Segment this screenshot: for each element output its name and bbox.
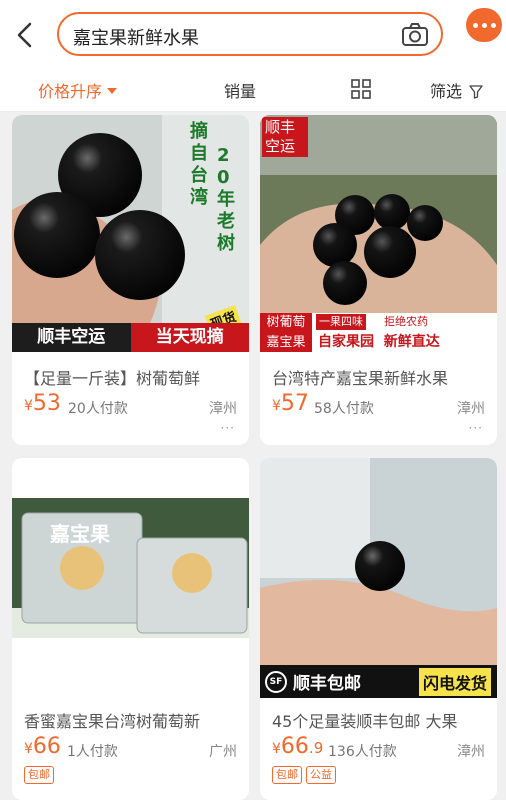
product-title[interactable]: 45个足量装顺丰包邮 大果 — [272, 708, 488, 732]
overlay-vertical-text-1: 摘自台湾 — [190, 121, 208, 208]
box-label: 嘉宝果 — [50, 522, 110, 546]
sf-logo: SF — [265, 670, 287, 693]
banner-right: 闪电发货 — [418, 667, 491, 696]
product-image[interactable]: 摘自台湾 20年老树 现货 顺丰空运 当天现摘 — [12, 115, 249, 352]
grid-view-icon[interactable] — [351, 79, 371, 99]
product-title[interactable]: 香蜜嘉宝果台湾树葡萄新 — [24, 708, 240, 732]
overlay-sub-2: 拒绝农药 — [384, 315, 428, 328]
dot-icon — [490, 22, 496, 28]
search-input[interactable]: 嘉宝果新鲜水果 — [57, 12, 443, 56]
overlay-tl-label: 顺丰空运 — [262, 117, 308, 157]
top-bar: 嘉宝果新鲜水果 — [0, 0, 506, 66]
tag-free-shipping: 包邮 — [24, 766, 54, 784]
sales-count: 58人付款 — [314, 401, 374, 417]
product-card[interactable]: 顺丰空运 树葡萄 嘉宝果 一果四味 拒绝农药 自家果园 新鲜直达 台湾特产嘉宝果… — [260, 115, 497, 445]
camera-icon[interactable] — [401, 22, 429, 48]
product-card[interactable]: SF 顺丰包邮 闪电发货 45个足量装顺丰包邮 大果 ¥66.9 136人付款 … — [260, 458, 497, 800]
sales-count: 136人付款 — [328, 744, 397, 760]
caret-down-icon — [107, 88, 118, 94]
product-price: ¥66.9 — [272, 734, 324, 759]
funnel-icon — [469, 85, 483, 99]
sort-price-label: 价格升序 — [38, 82, 103, 101]
ship-location: 漳州 — [209, 401, 237, 417]
ship-location: 漳州 — [457, 401, 485, 417]
more-options-button[interactable]: ··· — [221, 421, 235, 435]
product-title[interactable]: 【足量一斤装】树葡萄鲜 — [24, 365, 240, 389]
overlay-stack-1: 树葡萄 — [260, 313, 312, 333]
more-menu-button[interactable] — [466, 8, 502, 42]
dot-icon — [472, 22, 478, 28]
back-button[interactable] — [8, 18, 42, 52]
product-price: ¥66 — [24, 734, 61, 759]
overlay-banner: 树葡萄 嘉宝果 一果四味 拒绝农药 自家果园 新鲜直达 — [260, 313, 497, 352]
promo-banner: 顺丰空运 当天现摘 — [12, 323, 249, 352]
more-options-button[interactable]: ··· — [469, 421, 483, 435]
product-image[interactable]: 嘉宝果 — [12, 458, 249, 698]
product-image[interactable]: 顺丰空运 树葡萄 嘉宝果 一果四味 拒绝农药 自家果园 新鲜直达 — [260, 115, 497, 352]
dot-icon — [481, 22, 487, 28]
hand-fruit-photo — [260, 458, 497, 698]
filter-label: 筛选 — [430, 82, 463, 101]
product-card[interactable]: 嘉宝果 香蜜嘉宝果台湾树葡萄新 ¥66 1人付款 广州 包邮 — [12, 458, 249, 800]
banner-left: 顺丰空运 — [12, 323, 131, 352]
product-image[interactable]: SF 顺丰包邮 闪电发货 — [260, 458, 497, 698]
ship-location: 广州 — [209, 744, 237, 760]
product-card[interactable]: 摘自台湾 20年老树 现货 顺丰空运 当天现摘 【足量一斤装】树葡萄鲜 ¥53 … — [12, 115, 249, 445]
sort-sales-tab[interactable]: 销量 — [224, 78, 256, 102]
overlay-sub-1: 一果四味 — [316, 314, 366, 330]
boxed-fruit-photo — [12, 458, 249, 698]
promo-banner: SF 顺丰包邮 闪电发货 — [260, 665, 497, 698]
banner-left: 顺丰包邮 — [293, 674, 361, 694]
product-price: ¥53 — [24, 391, 61, 416]
sort-price-tab[interactable]: 价格升序 — [38, 78, 118, 102]
tag-charity: 公益 — [306, 766, 336, 784]
overlay-stack-2: 嘉宝果 — [260, 333, 312, 352]
chevron-left-icon — [17, 22, 32, 48]
banner-right: 当天现摘 — [130, 323, 249, 352]
filter-button[interactable]: 筛选 — [430, 78, 483, 102]
sales-count: 20人付款 — [68, 401, 128, 417]
filter-bar: 价格升序 销量 筛选 — [0, 66, 506, 112]
product-price: ¥57 — [272, 391, 309, 416]
sales-count: 1人付款 — [67, 744, 118, 760]
overlay-bottom: 自家果园 新鲜直达 — [318, 334, 440, 350]
ship-location: 漳州 — [457, 744, 485, 760]
overlay-vertical-text-2: 20年老树 — [217, 145, 235, 254]
product-title[interactable]: 台湾特产嘉宝果新鲜水果 — [272, 365, 488, 389]
search-query: 嘉宝果新鲜水果 — [73, 28, 199, 49]
tag-free-shipping: 包邮 — [272, 766, 302, 784]
